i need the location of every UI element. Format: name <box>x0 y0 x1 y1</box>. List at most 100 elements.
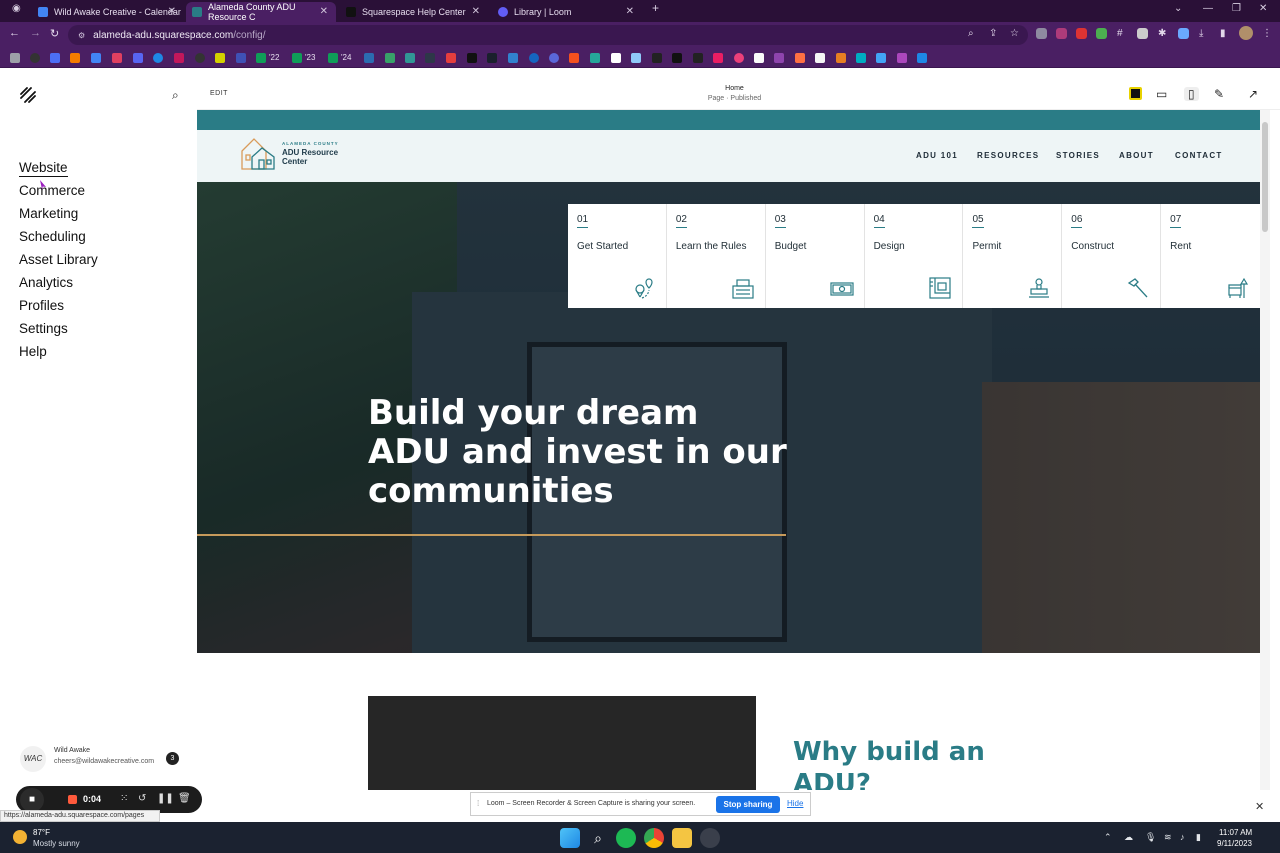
spotify-icon[interactable] <box>616 828 636 848</box>
bookmark-icon[interactable] <box>70 53 80 63</box>
forward-icon[interactable]: → <box>30 27 41 39</box>
extension-icon[interactable] <box>1036 28 1047 39</box>
site-nav-stories[interactable]: STORIES <box>1056 151 1100 160</box>
bookmark-icon[interactable] <box>590 53 600 63</box>
bookmark-icon[interactable] <box>50 53 60 63</box>
bookmark-icon[interactable] <box>631 53 641 63</box>
camera-icon[interactable]: ■ <box>20 788 44 812</box>
sidebar-item-commerce[interactable]: Commerce <box>19 183 85 198</box>
drawing-tool-icon[interactable]: ⁙ <box>120 793 128 804</box>
bookmark-icon[interactable] <box>672 53 682 63</box>
chrome-icon[interactable] <box>644 828 664 848</box>
clock-time[interactable]: 11:07 AM <box>1219 828 1252 837</box>
bookmark-star-icon[interactable]: ☆ <box>1010 28 1019 39</box>
reload-icon[interactable]: ↻ <box>50 27 59 40</box>
battery-icon[interactable]: ▮ <box>1196 832 1201 843</box>
open-site-icon[interactable]: ↗ <box>1248 87 1258 101</box>
bookmark-icon[interactable] <box>569 53 579 63</box>
bookmark-label[interactable]: '24 <box>341 53 351 62</box>
delete-icon[interactable]: 🗑 <box>178 793 191 804</box>
sidebar-item-scheduling[interactable]: Scheduling <box>19 229 86 244</box>
account-menu[interactable]: WAC Wild Awake cheers@wildawakecreative.… <box>20 746 190 774</box>
bookmark-icon[interactable] <box>153 53 163 63</box>
bookmark-icon[interactable] <box>405 53 415 63</box>
step-design[interactable]: 04 Design <box>865 204 964 308</box>
preview-scrollbar[interactable] <box>1260 110 1270 790</box>
extension-icon[interactable] <box>1137 28 1148 39</box>
site-info-icon[interactable]: ⚙ <box>78 31 85 40</box>
bookmark-label[interactable]: '23 <box>305 53 315 62</box>
wifi-icon[interactable]: ≋ <box>1164 832 1172 843</box>
close-tab-icon[interactable]: ✕ <box>320 6 328 17</box>
download-icon[interactable]: ⤓ <box>1199 28 1203 39</box>
step-permit[interactable]: 05 Permit <box>963 204 1063 308</box>
tray-overflow-icon[interactable]: ⌃ <box>1104 832 1112 843</box>
zoom-icon[interactable]: ⌕ <box>968 28 974 39</box>
bookmark-icon[interactable] <box>446 53 456 63</box>
sheets-bookmark-icon[interactable] <box>328 53 338 63</box>
bookmark-icon[interactable] <box>754 53 764 63</box>
site-nav-adu-101[interactable]: ADU 101 <box>916 151 958 160</box>
bookmark-icon[interactable] <box>91 53 101 63</box>
desktop-view-icon[interactable]: ▭ <box>1156 87 1167 101</box>
sidebar-item-analytics[interactable]: Analytics <box>19 275 73 290</box>
close-tab-icon[interactable]: ✕ <box>626 6 634 17</box>
bookmark-icon[interactable] <box>10 53 20 63</box>
bookmark-icon[interactable] <box>795 53 805 63</box>
bookmark-icon[interactable] <box>774 53 784 63</box>
close-tab-icon[interactable]: ✕ <box>168 6 176 17</box>
site-nav-contact[interactable]: CONTACT <box>1175 151 1223 160</box>
weather-sun-icon[interactable] <box>13 830 27 844</box>
bookmark-icon[interactable] <box>917 53 927 63</box>
step-rent[interactable]: 07 Rent <box>1161 204 1260 308</box>
extension-icon[interactable] <box>1096 28 1107 39</box>
sidebar-item-website[interactable]: Website <box>19 160 68 177</box>
volume-icon[interactable]: ♪ <box>1180 832 1185 842</box>
bookmark-icon[interactable] <box>713 53 723 63</box>
extension-icon[interactable] <box>1178 28 1189 39</box>
close-notice-icon[interactable]: ✕ <box>1255 800 1264 813</box>
search-icon[interactable]: ⌕ <box>172 88 179 103</box>
step-budget[interactable]: 03 Budget <box>766 204 865 308</box>
sidebar-item-settings[interactable]: Settings <box>19 321 68 336</box>
tab-adu-resource[interactable]: Alameda County ADU Resource C ✕ <box>186 2 336 22</box>
step-get-started[interactable]: 01 Get Started <box>568 204 667 308</box>
bookmark-icon[interactable] <box>611 53 621 63</box>
bookmark-icon[interactable] <box>856 53 866 63</box>
bookmark-icon[interactable] <box>195 53 205 63</box>
pause-icon[interactable]: ❚❚ <box>157 793 174 804</box>
sidebar-item-help[interactable]: Help <box>19 344 47 359</box>
notification-badge[interactable]: 3 <box>166 752 179 765</box>
address-bar[interactable]: ⚙ alameda-adu.squarespace.com/config/ <box>68 25 1028 45</box>
clock-date[interactable]: 9/11/2023 <box>1217 839 1252 848</box>
tab-loom-library[interactable]: Library | Loom ✕ <box>492 2 642 22</box>
bookmark-icon[interactable] <box>30 53 40 63</box>
site-nav-about[interactable]: ABOUT <box>1119 151 1154 160</box>
minimize-icon[interactable]: — <box>1203 3 1213 14</box>
restart-icon[interactable]: ↺ <box>138 793 146 804</box>
bookmark-icon[interactable] <box>133 53 143 63</box>
close-window-icon[interactable]: ✕ <box>1259 3 1267 14</box>
close-tab-icon[interactable]: ✕ <box>472 6 480 17</box>
bookmark-icon[interactable] <box>236 53 246 63</box>
tab-calendar[interactable]: Wild Awake Creative - Calendar ✕ <box>32 2 184 22</box>
sheets-bookmark-icon[interactable] <box>292 53 302 63</box>
onedrive-icon[interactable]: ☁ <box>1124 832 1133 843</box>
stop-recording-button[interactable] <box>68 795 77 804</box>
back-icon[interactable]: ← <box>9 27 20 39</box>
bookmark-icon[interactable] <box>549 53 559 63</box>
step-construct[interactable]: 06 Construct <box>1062 204 1162 308</box>
sidebar-item-marketing[interactable]: Marketing <box>19 206 78 221</box>
bookmark-icon[interactable] <box>815 53 825 63</box>
bookmark-icon[interactable] <box>876 53 886 63</box>
mobile-view-icon[interactable]: ▯ <box>1184 87 1199 101</box>
drag-handle-icon[interactable]: ⁞ <box>477 799 479 808</box>
search-icon[interactable]: ⌕ <box>588 828 608 848</box>
extension-icon[interactable] <box>1056 28 1067 39</box>
bookmark-icon[interactable] <box>652 53 662 63</box>
share-icon[interactable]: ⇪ <box>989 28 997 39</box>
sidebar-item-profiles[interactable]: Profiles <box>19 298 64 313</box>
scrollbar-thumb[interactable] <box>1262 122 1268 232</box>
chrome-menu-icon[interactable]: ⋮ <box>1262 28 1272 39</box>
weather-temperature[interactable]: 87°F <box>33 828 50 837</box>
